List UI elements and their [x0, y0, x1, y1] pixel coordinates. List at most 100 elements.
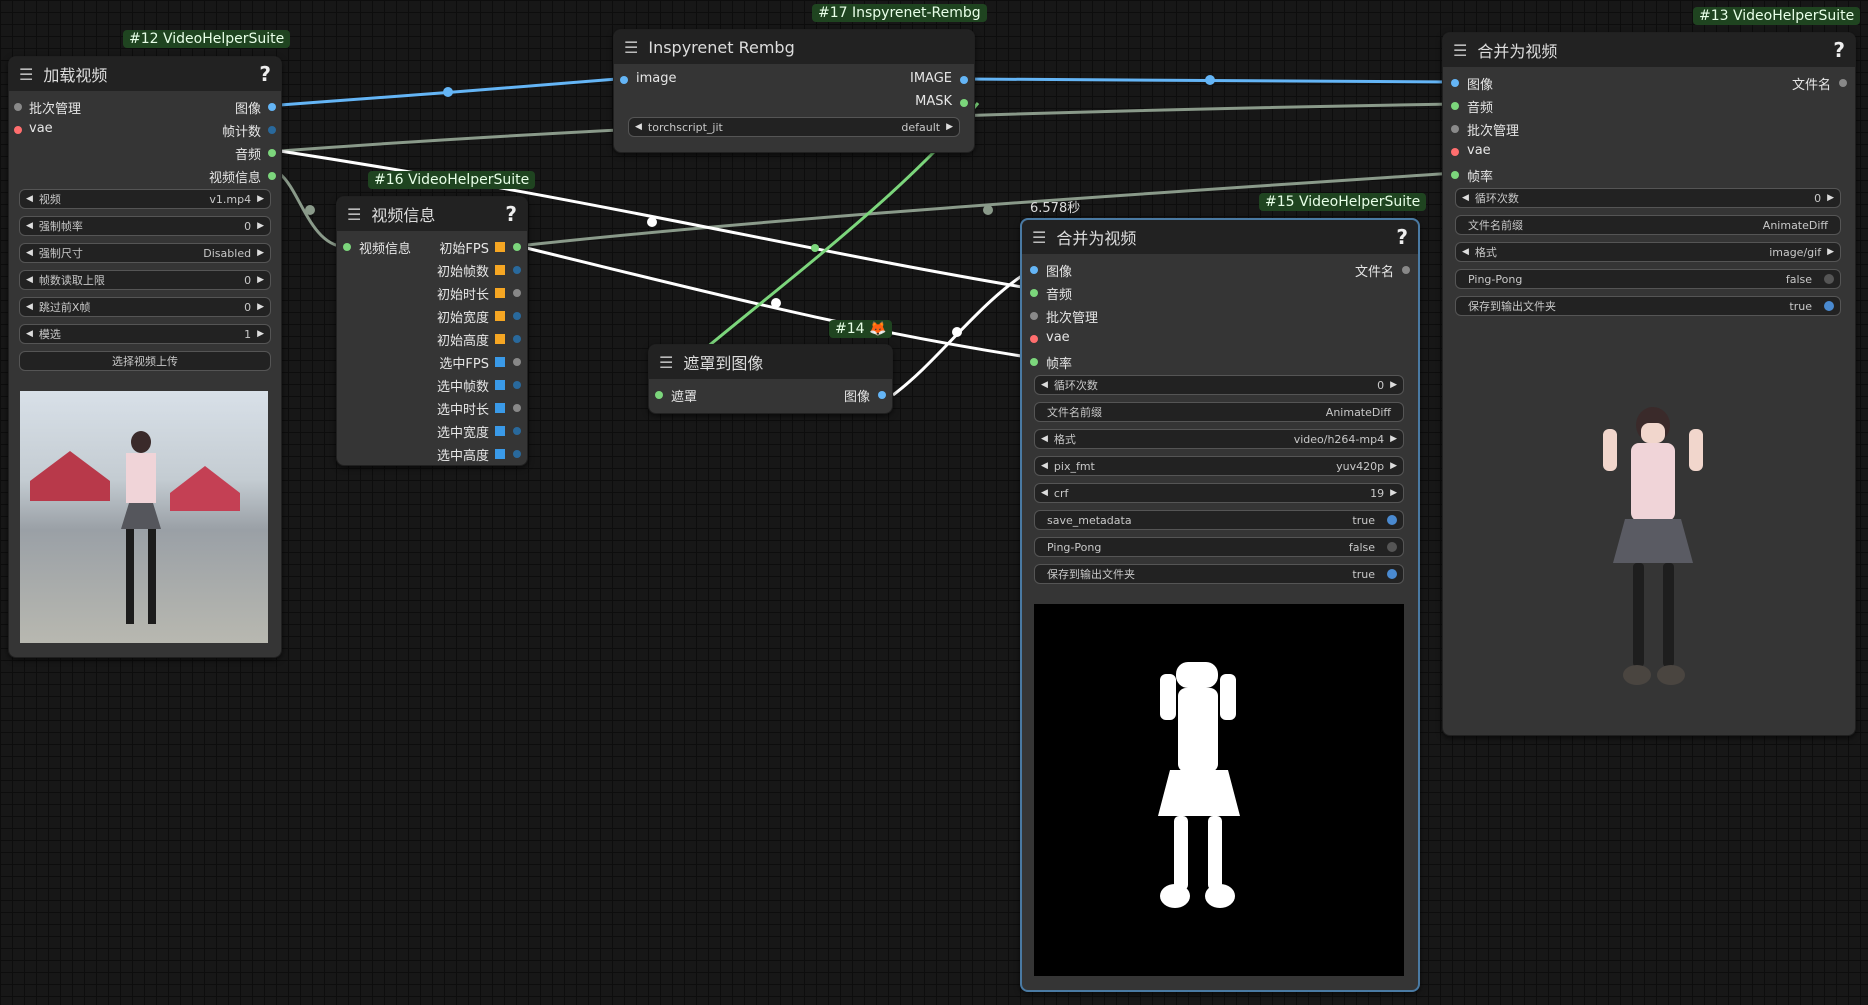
node13-header[interactable]: ☰ 合并为视频 ?: [1443, 33, 1855, 67]
arrow-right-icon[interactable]: ▶: [1827, 193, 1834, 203]
arrow-left-icon[interactable]: ◀: [26, 302, 33, 312]
toggle-icon[interactable]: [1387, 542, 1397, 552]
arrow-left-icon[interactable]: ◀: [1041, 488, 1048, 498]
input-framerate-dot[interactable]: [1030, 358, 1038, 366]
widget-ping-pong[interactable]: Ping-Pong false: [1034, 537, 1404, 557]
arrow-left-icon[interactable]: ◀: [1041, 434, 1048, 444]
arrow-left-icon[interactable]: ◀: [26, 194, 33, 204]
output-mask-dot[interactable]: [960, 99, 968, 107]
widget-filename-prefix[interactable]: 文件名前缀 AnimateDiff: [1455, 215, 1841, 235]
output-dot[interactable]: [513, 381, 521, 389]
output-dot[interactable]: [513, 266, 521, 274]
input-batch-dot[interactable]: [1030, 312, 1038, 320]
node15-header[interactable]: ☰ 合并为视频 ?: [1022, 220, 1418, 254]
input-vae-dot[interactable]: [1030, 335, 1038, 343]
widget-frame-cap[interactable]: ◀ 帧数读取上限 0 ▶: [19, 270, 271, 290]
widget-force-rate[interactable]: ◀ 强制帧率 0 ▶: [19, 216, 271, 236]
node-mask-to-image[interactable]: ☰ 遮罩到图像 遮罩 图像: [648, 344, 893, 414]
input-audio-dot[interactable]: [1030, 289, 1038, 297]
upload-video-button[interactable]: 选择视频上传: [19, 351, 271, 371]
output-dot[interactable]: [513, 312, 521, 320]
widget-pix-fmt[interactable]: ◀ pix_fmt yuv420p ▶: [1034, 456, 1404, 476]
output-filename-dot[interactable]: [1402, 266, 1410, 274]
node-video-info[interactable]: ☰ 视频信息 ? 视频信息 初始FPS 初始帧数 初始时长 初始宽度 初始高度 …: [336, 196, 528, 466]
widget-save-output[interactable]: 保存到输出文件夹 true: [1034, 564, 1404, 584]
arrow-right-icon[interactable]: ▶: [257, 248, 264, 258]
input-videoinfo-dot[interactable]: [343, 243, 351, 251]
output-image-dot[interactable]: [268, 103, 276, 111]
arrow-right-icon[interactable]: ▶: [257, 302, 264, 312]
node-inspyrenet-rembg[interactable]: ☰ Inspyrenet Rembg image IMAGE MASK ◀ to…: [613, 29, 975, 153]
widget-save-metadata[interactable]: save_metadata true: [1034, 510, 1404, 530]
input-image-dot[interactable]: [1451, 79, 1459, 87]
menu-icon[interactable]: ☰: [1453, 41, 1467, 60]
arrow-left-icon[interactable]: ◀: [26, 275, 33, 285]
widget-skip-first[interactable]: ◀ 跳过前X帧 0 ▶: [19, 297, 271, 317]
widget-loop-count[interactable]: ◀ 循环次数 0 ▶: [1034, 375, 1404, 395]
node-load-video[interactable]: ☰ 加载视频 ? 批次管理 vae 图像 帧计数 音频 视频信息 ◀ 视频 v1…: [8, 56, 282, 658]
widget-save-output[interactable]: 保存到输出文件夹 true: [1455, 296, 1841, 316]
arrow-right-icon[interactable]: ▶: [1390, 434, 1397, 444]
arrow-left-icon[interactable]: ◀: [1041, 461, 1048, 471]
input-mask-dot[interactable]: [655, 391, 663, 399]
menu-icon[interactable]: ☰: [624, 38, 638, 57]
widget-ping-pong[interactable]: Ping-Pong false: [1455, 269, 1841, 289]
arrow-right-icon[interactable]: ▶: [257, 194, 264, 204]
input-vae-dot[interactable]: [14, 126, 22, 134]
widget-select-every[interactable]: ◀ 模选 1 ▶: [19, 324, 271, 344]
node12-header[interactable]: ☰ 加载视频 ?: [9, 57, 281, 91]
menu-icon[interactable]: ☰: [1032, 228, 1046, 247]
node-video-combine-gif[interactable]: ☰ 合并为视频 ? 图像 音频 批次管理 vae 帧率 文件名 ◀ 循环次数 0…: [1442, 32, 1856, 736]
node-video-combine-mp4[interactable]: ☰ 合并为视频 ? 图像 音频 批次管理 vae 帧率 文件名 ◀ 循环次数 0…: [1020, 218, 1420, 992]
arrow-right-icon[interactable]: ▶: [257, 221, 264, 231]
input-image-dot[interactable]: [620, 76, 628, 84]
widget-force-size[interactable]: ◀ 强制尺寸 Disabled ▶: [19, 243, 271, 263]
arrow-right-icon[interactable]: ▶: [257, 329, 264, 339]
output-dot[interactable]: [513, 450, 521, 458]
output-dot[interactable]: [513, 335, 521, 343]
widget-torchscript-jit[interactable]: ◀ torchscript_jit default ▶: [628, 117, 960, 137]
widget-crf[interactable]: ◀ crf 19 ▶: [1034, 483, 1404, 503]
help-icon[interactable]: ?: [1833, 38, 1845, 62]
input-vae-dot[interactable]: [1451, 148, 1459, 156]
output-dot[interactable]: [513, 404, 521, 412]
widget-video[interactable]: ◀ 视频 v1.mp4 ▶: [19, 189, 271, 209]
menu-icon[interactable]: ☰: [659, 353, 673, 372]
node17-header[interactable]: ☰ Inspyrenet Rembg: [614, 30, 974, 64]
widget-format[interactable]: ◀ 格式 video/h264-mp4 ▶: [1034, 429, 1404, 449]
arrow-left-icon[interactable]: ◀: [26, 221, 33, 231]
input-batch-dot[interactable]: [1451, 125, 1459, 133]
output-dot[interactable]: [513, 427, 521, 435]
arrow-left-icon[interactable]: ◀: [635, 122, 642, 132]
widget-format[interactable]: ◀ 格式 image/gif ▶: [1455, 242, 1841, 262]
arrow-left-icon[interactable]: ◀: [26, 248, 33, 258]
arrow-right-icon[interactable]: ▶: [1390, 488, 1397, 498]
output-videoinfo-dot[interactable]: [268, 172, 276, 180]
arrow-right-icon[interactable]: ▶: [946, 122, 953, 132]
arrow-right-icon[interactable]: ▶: [1390, 461, 1397, 471]
arrow-left-icon[interactable]: ◀: [1462, 193, 1469, 203]
output-dot[interactable]: [513, 289, 521, 297]
arrow-left-icon[interactable]: ◀: [26, 329, 33, 339]
input-image-dot[interactable]: [1030, 266, 1038, 274]
output-dot[interactable]: [513, 243, 521, 251]
help-icon[interactable]: ?: [259, 62, 271, 86]
arrow-right-icon[interactable]: ▶: [257, 275, 264, 285]
output-audio-dot[interactable]: [268, 149, 276, 157]
node16-header[interactable]: ☰ 视频信息 ?: [337, 197, 527, 231]
toggle-icon[interactable]: [1824, 274, 1834, 284]
output-dot[interactable]: [513, 358, 521, 366]
input-framerate-dot[interactable]: [1451, 171, 1459, 179]
widget-loop-count[interactable]: ◀ 循环次数 0 ▶: [1455, 188, 1841, 208]
toggle-icon[interactable]: [1824, 301, 1834, 311]
widget-filename-prefix[interactable]: 文件名前缀 AnimateDiff: [1034, 402, 1404, 422]
node14-header[interactable]: ☰ 遮罩到图像: [649, 345, 892, 379]
arrow-left-icon[interactable]: ◀: [1041, 380, 1048, 390]
menu-icon[interactable]: ☰: [347, 205, 361, 224]
input-batch-dot[interactable]: [14, 103, 22, 111]
help-icon[interactable]: ?: [505, 202, 517, 226]
toggle-icon[interactable]: [1387, 515, 1397, 525]
input-audio-dot[interactable]: [1451, 102, 1459, 110]
arrow-right-icon[interactable]: ▶: [1390, 380, 1397, 390]
output-image-dot[interactable]: [878, 391, 886, 399]
